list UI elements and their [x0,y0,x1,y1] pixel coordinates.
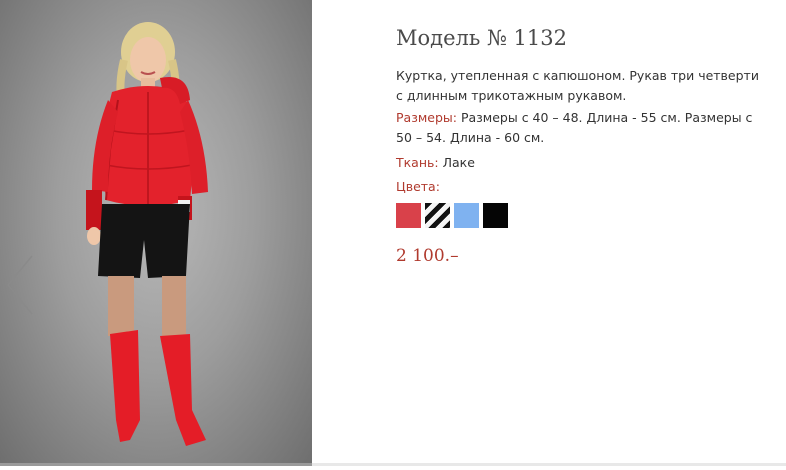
colors-label: Цвета: [396,179,440,194]
swatch-light-blue[interactable] [454,203,479,228]
gallery-scrollbar[interactable] [0,463,786,466]
color-swatches [396,203,508,228]
product-description: Куртка, утепленная с капюшоном. Рукав тр… [396,68,759,103]
product-photo [0,0,312,466]
fabric-value: Лаке [438,155,475,170]
swatch-black-white-stripes[interactable] [425,203,450,228]
product-sizes: Размеры: Размеры с 40 – 48. Длина - 55 с… [396,108,768,148]
product-title: Модель № 1132 [396,26,567,50]
gallery-prev-button[interactable] [0,250,40,320]
model-illustration [86,22,208,446]
product-price: 2 100.– [396,246,459,266]
swatch-red[interactable] [396,203,421,228]
chevron-left-icon [7,255,33,315]
product-fabric: Ткань: Лаке [396,155,475,170]
fabric-label: Ткань: [396,155,439,170]
swatch-black[interactable] [483,203,508,228]
sizes-label: Размеры: [396,110,457,125]
gallery-scrollbar-thumb[interactable] [0,463,312,466]
